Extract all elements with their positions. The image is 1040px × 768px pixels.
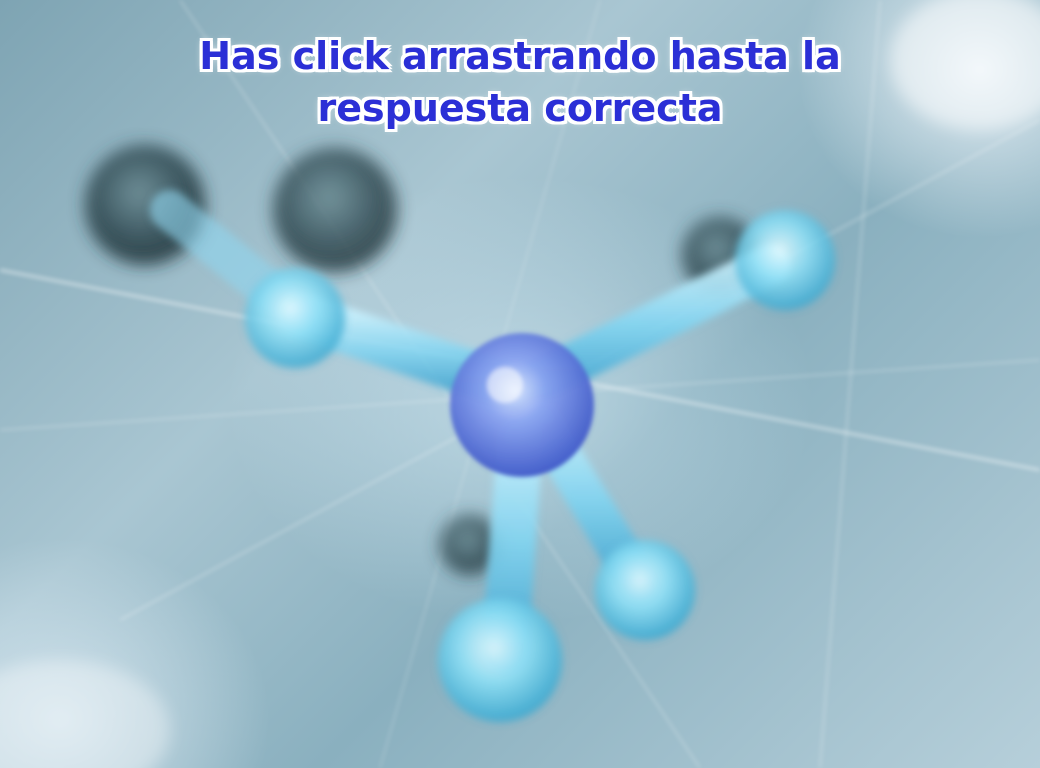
central-atom bbox=[450, 333, 594, 477]
instruction-title: Has click arrastrando hasta la respuesta… bbox=[199, 34, 841, 130]
slide-canvas: Has click arrastrando hasta la respuesta… bbox=[0, 0, 1040, 768]
